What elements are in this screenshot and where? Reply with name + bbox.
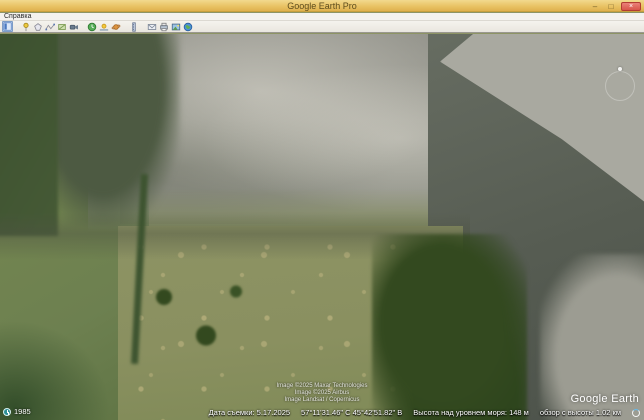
email-button[interactable] [146,21,157,32]
view-in-google-maps-button[interactable] [182,21,193,32]
image-overlay-icon [57,22,67,32]
attribution-line: Image ©2025 Maxar Technologies [276,383,367,390]
toolbar [0,21,644,33]
minimize-button[interactable]: – [589,2,601,11]
google-earth-window: Google Earth Pro – □ × Справка [0,0,644,420]
elevation-label: Высота над уровнем моря: 148 м [413,408,529,417]
coordinates-label: 57°11'31.46" С 45°42'51.82" В [301,408,402,417]
terrain-topleft-forest [40,34,180,226]
historical-clock-icon [3,408,11,416]
ruler-icon [129,22,139,32]
save-image-button[interactable] [170,21,181,32]
imagery-attribution: Image ©2025 Maxar Technologies Image ©20… [276,383,367,404]
photo-icon [171,22,181,32]
menu-help[interactable]: Справка [0,13,35,21]
statusbar: Дата съемки: 5.17.2025 57°11'31.46" С 45… [209,408,640,417]
titlebar[interactable]: Google Earth Pro – □ × [0,0,644,12]
historical-imagery-button[interactable] [86,21,97,32]
terrain-tree-clusters [140,264,260,374]
add-image-overlay-button[interactable] [56,21,67,32]
stream-progress-icon [632,409,640,417]
history-clock-icon [87,22,97,32]
window-title: Google Earth Pro [287,0,357,12]
attribution-line: Image ©2025 Airbus [276,390,367,397]
close-button[interactable]: × [621,2,641,11]
placemark-pin-icon [21,22,31,32]
saturn-icon [111,22,121,32]
print-button[interactable] [158,21,169,32]
sidebar-toggle-button[interactable] [2,21,13,32]
add-polygon-button[interactable] [32,21,43,32]
sunlight-button[interactable] [98,21,109,32]
terrain-center-forest-patch [372,234,527,420]
printer-icon [159,22,169,32]
terrain-west-forest-strip [0,34,58,236]
globe-icon [183,22,193,32]
window-controls: – □ × [589,1,641,11]
add-path-button[interactable] [44,21,55,32]
ruler-button[interactable] [128,21,139,32]
path-icon [45,22,55,32]
record-tour-button[interactable] [68,21,79,32]
imagery-date-label: Дата съемки: 5.17.2025 [209,408,290,417]
camcorder-icon [69,22,79,32]
eye-altitude-label: обзор с высоты 1.02 км [540,408,621,417]
polygon-icon [33,22,43,32]
menubar: Справка [0,13,644,21]
earth-viewport[interactable]: Image ©2025 Maxar Technologies Image ©20… [0,34,644,420]
google-earth-watermark: Google Earth [571,393,639,405]
sun-icon [99,22,109,32]
add-placemark-button[interactable] [20,21,31,32]
compass-ring[interactable] [605,71,635,101]
envelope-icon [147,22,157,32]
historical-year-label: 1985 [14,407,31,416]
planets-button[interactable] [110,21,121,32]
terrain-west-field-dark-corner [0,320,110,420]
sidebar-toggle-icon [3,22,12,31]
compass-north-bead [618,67,622,71]
attribution-line: Image Landsat / Copernicus [276,397,367,404]
maximize-button[interactable]: □ [605,2,617,11]
historical-imagery-indicator[interactable]: 1985 [3,407,31,416]
